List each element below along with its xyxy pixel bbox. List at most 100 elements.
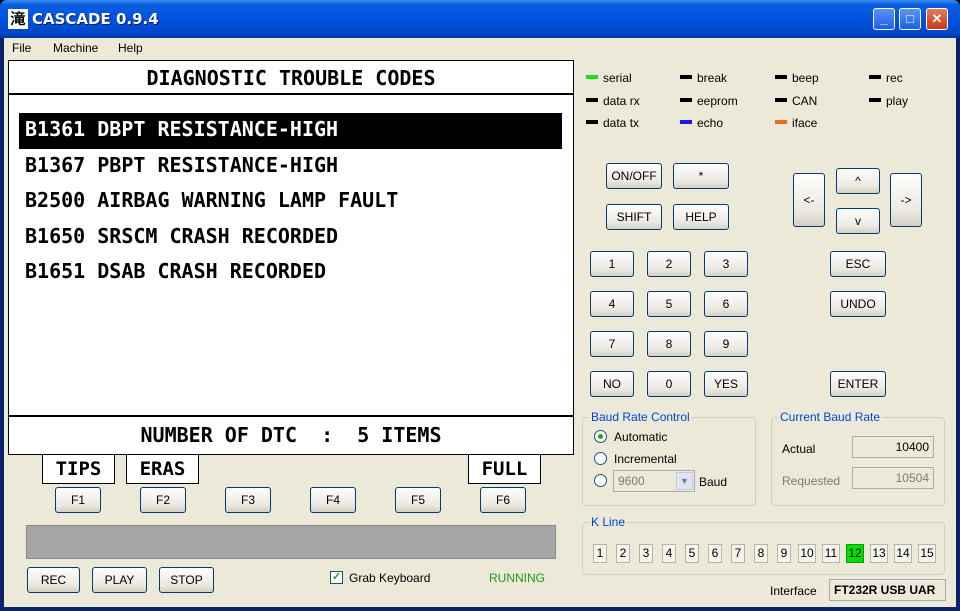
enter-button[interactable]: ENTER [830, 371, 886, 397]
dtc-row[interactable]: B1651 DSAB CRASH RECORDED [19, 255, 562, 291]
key-4[interactable]: 4 [590, 291, 634, 317]
k-line-3[interactable]: 3 [639, 544, 653, 563]
fixed-baud-radio[interactable] [594, 474, 607, 487]
k-line-6[interactable]: 6 [708, 544, 722, 563]
indicator-break: break [680, 71, 727, 85]
minimize-button[interactable]: _ [873, 8, 895, 30]
f3-button[interactable]: F3 [225, 487, 271, 513]
dtc-row[interactable]: B1367 PBPT RESISTANCE-HIGH [19, 149, 562, 185]
k-line-4[interactable]: 4 [662, 544, 676, 563]
f6-button[interactable]: F6 [480, 487, 526, 513]
no-button[interactable]: NO [590, 371, 634, 397]
indicator-label: beep [792, 71, 819, 85]
indicator-label: iface [792, 116, 818, 130]
undo-button[interactable]: UNDO [830, 291, 886, 317]
left-arrow-button[interactable]: <- [793, 173, 825, 227]
esc-button[interactable]: ESC [830, 251, 886, 277]
incremental-label: Incremental [614, 452, 677, 466]
close-button[interactable]: ✕ [926, 8, 948, 30]
f4-button[interactable]: F4 [310, 487, 356, 513]
f2-button[interactable]: F2 [140, 487, 186, 513]
actual-baud-value: 10400 [852, 436, 934, 458]
key-1[interactable]: 1 [590, 251, 634, 277]
yes-button[interactable]: YES [704, 371, 748, 397]
led-icon [775, 119, 787, 124]
dtc-row[interactable]: B1361 DBPT RESISTANCE-HIGH [19, 113, 562, 149]
baud-label: Baud [699, 475, 728, 489]
indicator-label: data tx [603, 116, 640, 130]
right-arrow-button[interactable]: -> [890, 173, 922, 227]
client-area: File Machine Help DIAGNOSTIC TROUBLE COD… [4, 38, 956, 607]
actual-label: Actual [782, 442, 816, 456]
k-line-12[interactable]: 12 [846, 544, 864, 563]
indicator-serial: serial [586, 71, 632, 85]
run-status: RUNNING [489, 571, 545, 585]
close-icon: ✕ [931, 11, 943, 26]
star-button[interactable]: * [673, 163, 729, 189]
display-header: DIAGNOSTIC TROUBLE CODES [9, 61, 573, 95]
k-line-1[interactable]: 1 [593, 544, 607, 563]
dtc-list: B1361 DBPT RESISTANCE-HIGH B1367 PBPT RE… [19, 113, 562, 291]
grab-keyboard-checkbox[interactable]: ✓ [330, 571, 343, 584]
k-line-5[interactable]: 5 [685, 544, 699, 563]
led-icon [775, 74, 787, 79]
dtc-row[interactable]: B2500 AIRBAG WARNING LAMP FAULT [19, 184, 562, 220]
incremental-radio[interactable] [594, 452, 607, 465]
led-icon [586, 97, 598, 102]
shift-button[interactable]: SHIFT [606, 204, 662, 230]
led-icon [680, 119, 692, 124]
k-line-14[interactable]: 14 [894, 544, 912, 563]
title-bar[interactable]: 滝 CASCADE 0.9.4 _ □ ✕ [0, 0, 960, 38]
app-window: 滝 CASCADE 0.9.4 _ □ ✕ File Machine Help … [0, 0, 960, 611]
k-line-8[interactable]: 8 [754, 544, 768, 563]
radio-selected-icon [598, 434, 603, 439]
k-line-title: K Line [591, 515, 626, 529]
key-6[interactable]: 6 [704, 291, 748, 317]
led-icon [586, 74, 598, 79]
f1-button[interactable]: F1 [55, 487, 101, 513]
key-8[interactable]: 8 [647, 331, 691, 357]
menu-machine[interactable]: Machine [53, 41, 98, 55]
key-7[interactable]: 7 [590, 331, 634, 357]
menu-file[interactable]: File [12, 41, 31, 55]
led-icon [869, 97, 881, 102]
key-2[interactable]: 2 [647, 251, 691, 277]
on-off-button[interactable]: ON/OFF [606, 163, 662, 189]
app-icon: 滝 [8, 9, 28, 29]
k-line-7[interactable]: 7 [731, 544, 745, 563]
k-line-15[interactable]: 15 [918, 544, 936, 563]
automatic-radio[interactable] [594, 430, 607, 443]
key-9[interactable]: 9 [704, 331, 748, 357]
key-0[interactable]: 0 [647, 371, 691, 397]
softkey-label-f6: FULL [468, 454, 541, 484]
maximize-button[interactable]: □ [899, 8, 921, 30]
stop-button[interactable]: STOP [159, 567, 214, 593]
led-icon [775, 97, 787, 102]
key-3[interactable]: 3 [704, 251, 748, 277]
play-button[interactable]: PLAY [92, 567, 147, 593]
down-arrow-button[interactable]: v [836, 208, 880, 234]
key-5[interactable]: 5 [647, 291, 691, 317]
help-button[interactable]: HELP [673, 204, 729, 230]
baud-select[interactable]: 9600 ▼ [613, 470, 695, 492]
window-title: CASCADE 0.9.4 [32, 10, 159, 28]
k-line-11[interactable]: 11 [822, 544, 840, 563]
indicator-label: data rx [603, 94, 640, 108]
k-line-2[interactable]: 2 [616, 544, 630, 563]
softkey-label-f1: TIPS [42, 454, 115, 484]
indicator-label: rec [886, 71, 903, 85]
indicator-label: play [886, 94, 909, 108]
menu-help[interactable]: Help [118, 41, 143, 55]
k-line-13[interactable]: 13 [870, 544, 888, 563]
dtc-row[interactable]: B1650 SRSCM CRASH RECORDED [19, 220, 562, 256]
automatic-label: Automatic [614, 430, 668, 444]
indicator-eeprom: eeprom [680, 94, 738, 108]
f5-button[interactable]: F5 [395, 487, 441, 513]
rec-button[interactable]: REC [27, 567, 80, 593]
k-line-9[interactable]: 9 [777, 544, 791, 563]
scanner-display: DIAGNOSTIC TROUBLE CODES B1361 DBPT RESI… [8, 60, 574, 455]
up-arrow-button[interactable]: ^ [836, 168, 880, 194]
baud-select-value: 9600 [618, 474, 645, 488]
led-icon [680, 74, 692, 79]
k-line-10[interactable]: 10 [798, 544, 816, 563]
